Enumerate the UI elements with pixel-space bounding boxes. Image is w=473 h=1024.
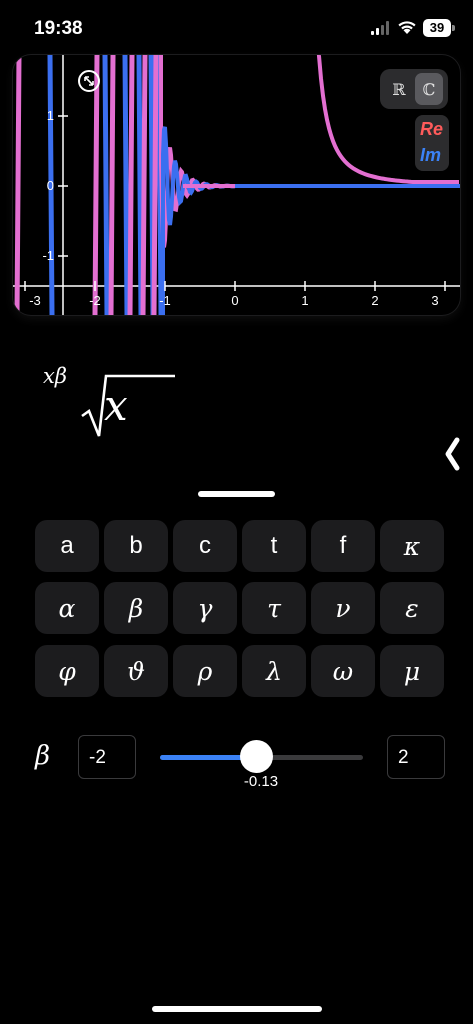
x-tick-label-1: -2 [89,293,101,308]
slider-value: -0.13 [243,773,279,790]
x-tick-label-4: 1 [301,293,308,308]
x-tick-label-2: -1 [159,293,171,308]
key-gamma[interactable]: γ [173,582,237,634]
signal-icon [371,21,389,35]
slider-thumb[interactable] [240,740,273,773]
key-phi[interactable]: φ [35,645,99,697]
parameter-min-input[interactable]: -2 [78,735,136,779]
expand-icon[interactable] [78,70,100,92]
key-beta[interactable]: β [104,582,168,634]
re-strand-0 [14,55,22,315]
re-strand-1 [92,55,100,315]
expand-arrows-icon [84,76,94,86]
wifi-icon [398,21,416,34]
radical-sign-icon [81,374,175,437]
re-strand-4 [140,55,148,315]
key-kappa[interactable]: κ [380,520,444,572]
graph-legend: Re Im [415,115,449,171]
key-epsilon[interactable]: ε [380,582,444,634]
key-lambda[interactable]: λ [242,645,306,697]
parameter-name: β [35,741,51,771]
key-mu[interactable]: μ [380,645,444,697]
status-time: 19:38 [34,18,83,39]
key-tau[interactable]: τ [242,582,306,634]
re-strand-2 [108,55,116,315]
im-curve-damped [161,126,235,315]
x-tick-label-5: 2 [371,293,378,308]
re-strand-5 [151,55,159,315]
y-tick-label-1: 0 [47,178,54,193]
key-rho[interactable]: ρ [173,645,237,697]
key-omega[interactable]: ω [311,645,375,697]
complex-mode-button[interactable]: ℂ [415,73,443,105]
im-strand-2 [122,55,130,315]
battery-tip [452,25,455,31]
formula-display[interactable]: xβ x [40,358,180,448]
im-strand-3 [136,55,144,315]
formula-root-index: xβ [43,364,67,388]
graph-panel[interactable]: -3 -2 -1 0 1 2 3 1 0 -1 ℝ ℂ Re Im [13,55,460,315]
formula-radicand: x [104,381,128,430]
battery-icon: 39 [423,19,455,37]
chevron-left-icon[interactable] [440,434,464,474]
y-tick-label-0: 1 [47,108,54,123]
key-c[interactable]: c [173,520,237,572]
key-t[interactable]: t [242,520,306,572]
legend-imaginary: Im [420,145,442,165]
x-tick-label-6: 3 [431,293,438,308]
real-mode-button[interactable]: ℝ [385,73,413,105]
key-a[interactable]: a [35,520,99,572]
parameter-max-input[interactable]: 2 [387,735,445,779]
key-b[interactable]: b [104,520,168,572]
im-strand-1 [102,55,110,315]
x-tick-label-0: -3 [29,293,41,308]
key-alpha[interactable]: α [35,582,99,634]
home-indicator [152,1006,322,1012]
key-f[interactable]: f [311,520,375,572]
key-theta[interactable]: ϑ [104,645,168,697]
battery-level: 39 [423,19,451,37]
re-strand-3 [127,55,135,315]
drawer-handle[interactable] [198,491,275,497]
status-bar: 19:38 39 [0,0,473,56]
y-tick-label-2: -1 [42,248,54,263]
legend-real: Re [420,119,444,139]
x-tick-label-3: 0 [231,293,238,308]
key-nu[interactable]: ν [311,582,375,634]
number-mode-toggle[interactable]: ℝ ℂ [380,69,448,109]
